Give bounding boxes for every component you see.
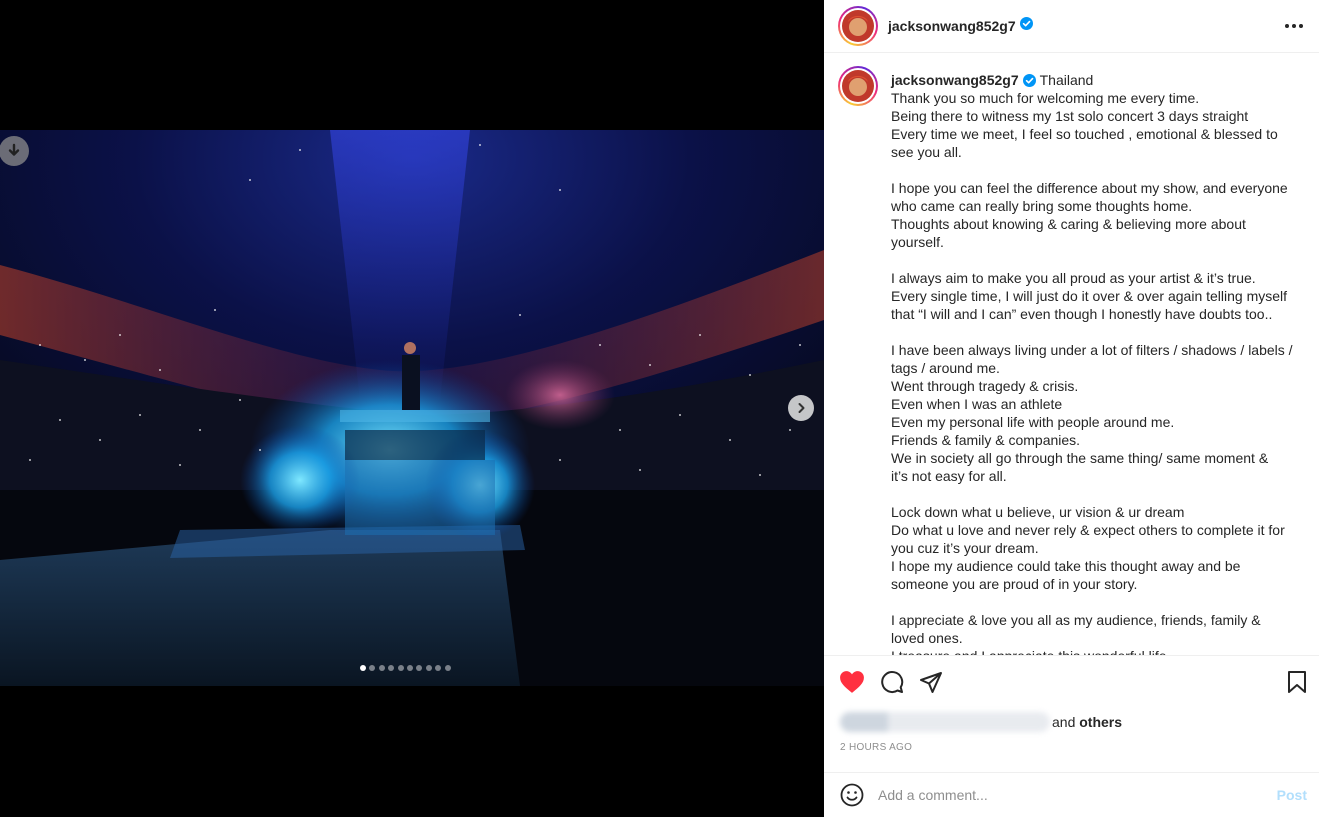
- comment-bar: Post: [824, 772, 1319, 817]
- carousel-dot: [378, 665, 385, 671]
- caption-username[interactable]: jacksonwang852g7: [891, 72, 1019, 88]
- caption-line: it’s not easy for all.: [891, 468, 1007, 484]
- bookmark-icon: [1287, 670, 1307, 693]
- likes-others-link[interactable]: others: [1079, 714, 1122, 730]
- emoji-icon: [840, 783, 864, 807]
- avatar-image: [842, 70, 874, 102]
- download-button[interactable]: [0, 136, 29, 166]
- caption-line: We in society all go through the same th…: [891, 450, 1269, 466]
- caption-line: tags / around me.: [891, 360, 1000, 376]
- carousel-dot: [369, 665, 376, 671]
- caption-line: I have been always living under a lot of…: [891, 342, 1293, 358]
- caption-line: Went through tragedy & crisis.: [891, 378, 1079, 394]
- share-icon: [919, 670, 943, 694]
- caption-line: I appreciate & love you all as my audien…: [891, 612, 1261, 628]
- post-media-viewer: [0, 0, 824, 817]
- post-sidebar: jacksonwang852g7 jacksonwang852g7 Thaila…: [824, 0, 1319, 817]
- caption-text: Thank you so much for welcoming me every…: [891, 89, 1301, 655]
- download-icon: [6, 143, 22, 159]
- avatar[interactable]: [838, 6, 878, 46]
- author-username[interactable]: jacksonwang852g7: [888, 18, 1016, 34]
- caption-line: Thoughts about knowing & caring & believ…: [891, 216, 1246, 232]
- carousel-dot: [416, 665, 423, 671]
- post-timestamp[interactable]: 2 HOURS AGO: [840, 742, 912, 753]
- post-header: jacksonwang852g7: [824, 0, 1319, 53]
- carousel-dot: [444, 665, 451, 671]
- caption-avatar[interactable]: [838, 66, 878, 106]
- caption-line: Even my personal life with people around…: [891, 414, 1175, 430]
- chevron-right-icon: [795, 402, 807, 414]
- caption-line: Friends & family & companies.: [891, 432, 1081, 448]
- caption-line: Do what u love and never rely & expect o…: [891, 522, 1285, 538]
- caption-line: I always aim to make you all proud as yo…: [891, 270, 1256, 286]
- comment-button[interactable]: [880, 670, 904, 694]
- concert-photo: [0, 130, 824, 686]
- carousel-dot: [360, 665, 366, 671]
- caption-line: I treasure and I appreciate this wonderf…: [891, 647, 1301, 655]
- avatar-image: [842, 10, 874, 42]
- likes-connector: and: [1052, 714, 1080, 730]
- carousel-indicator: [360, 665, 451, 671]
- share-button[interactable]: [919, 670, 943, 694]
- caption-line: Every time we meet, I feel so touched , …: [891, 126, 1278, 142]
- caption-line: I hope you can feel the difference about…: [891, 180, 1288, 196]
- carousel-dot: [425, 665, 432, 671]
- action-bar: [824, 655, 1319, 707]
- liked-by-blurred: [840, 712, 1050, 732]
- like-button[interactable]: [839, 670, 865, 694]
- caption-line: you cuz it’s your dream.: [891, 540, 1039, 556]
- next-slide-button[interactable]: [788, 395, 814, 421]
- emoji-button[interactable]: [840, 783, 864, 807]
- caption-line: Thank you so much for welcoming me every…: [891, 90, 1200, 106]
- carousel-dot: [406, 665, 413, 671]
- comment-icon: [880, 670, 904, 694]
- verified-badge-icon: [1019, 17, 1033, 35]
- caption-line: loved ones.: [891, 630, 963, 646]
- more-options-button[interactable]: [1283, 18, 1305, 34]
- caption-line: Lock down what u believe, ur vision & ur…: [891, 504, 1185, 520]
- carousel-dot: [397, 665, 404, 671]
- location-link[interactable]: Thailand: [1040, 72, 1094, 88]
- post-comment-button[interactable]: Post: [1277, 787, 1307, 803]
- more-options-icon: [1285, 24, 1289, 28]
- save-button[interactable]: [1287, 670, 1307, 693]
- caption-line: Even when I was an athlete: [891, 396, 1063, 412]
- caption-line: Being there to witness my 1st solo conce…: [891, 108, 1249, 124]
- caption-line: I hope my audience could take this thoug…: [891, 558, 1241, 574]
- likes-summary[interactable]: and others: [840, 707, 1300, 737]
- heart-filled-icon: [839, 670, 865, 694]
- caption-line: Every single time, I will just do it ove…: [891, 288, 1288, 304]
- carousel-dot: [388, 665, 395, 671]
- caption-line: see you all.: [891, 144, 962, 160]
- caption-line: yourself.: [891, 234, 944, 250]
- caption-scroll-area[interactable]: jacksonwang852g7 Thailand Thank you so mu…: [824, 54, 1319, 655]
- caption-line: who came can really bring some thoughts …: [891, 198, 1193, 214]
- caption-line: that “I will and I can” even though I ho…: [891, 306, 1273, 322]
- comment-input[interactable]: [878, 787, 1238, 803]
- carousel-dot: [435, 665, 442, 671]
- caption: jacksonwang852g7 Thailand Thank you so mu…: [891, 66, 1301, 655]
- caption-line: someone you are proud of in your story.: [891, 576, 1138, 592]
